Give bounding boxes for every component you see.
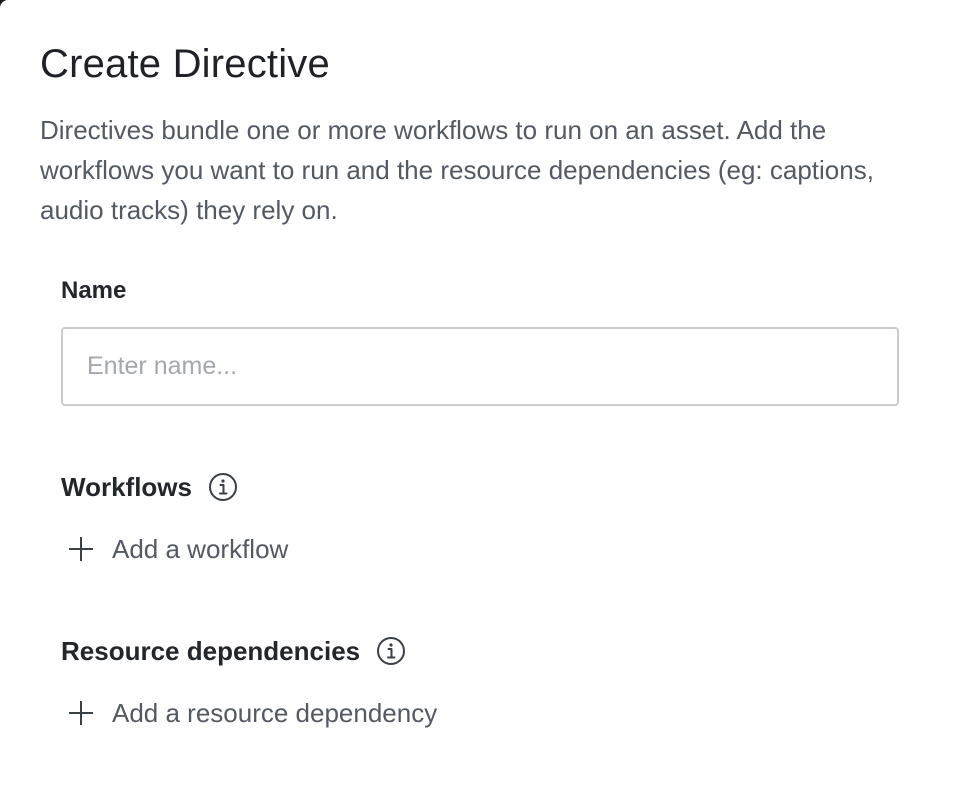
info-icon[interactable]: [376, 636, 406, 666]
name-label: Name: [61, 277, 127, 304]
resource-dependencies-title: Resource dependencies: [61, 636, 361, 666]
workflows-header: Workflows: [61, 471, 238, 503]
info-icon[interactable]: [208, 472, 238, 502]
dialog-title: Create Directive: [40, 42, 330, 86]
dialog-description: Directives bundle one or more workflows …: [40, 115, 874, 225]
plus-icon: [66, 698, 96, 728]
add-workflow-button[interactable]: Add a workflow: [66, 532, 288, 566]
add-workflow-label: Add a workflow: [112, 534, 289, 564]
create-directive-dialog: Create Directive Directives bundle one o…: [0, 0, 960, 797]
resource-dependencies-header: Resource dependencies: [61, 635, 406, 667]
name-input[interactable]: [61, 327, 899, 406]
workflows-title: Workflows: [61, 472, 192, 502]
plus-icon: [66, 534, 96, 564]
add-resource-dependency-button[interactable]: Add a resource dependency: [66, 696, 437, 730]
add-resource-dependency-label: Add a resource dependency: [112, 698, 438, 728]
